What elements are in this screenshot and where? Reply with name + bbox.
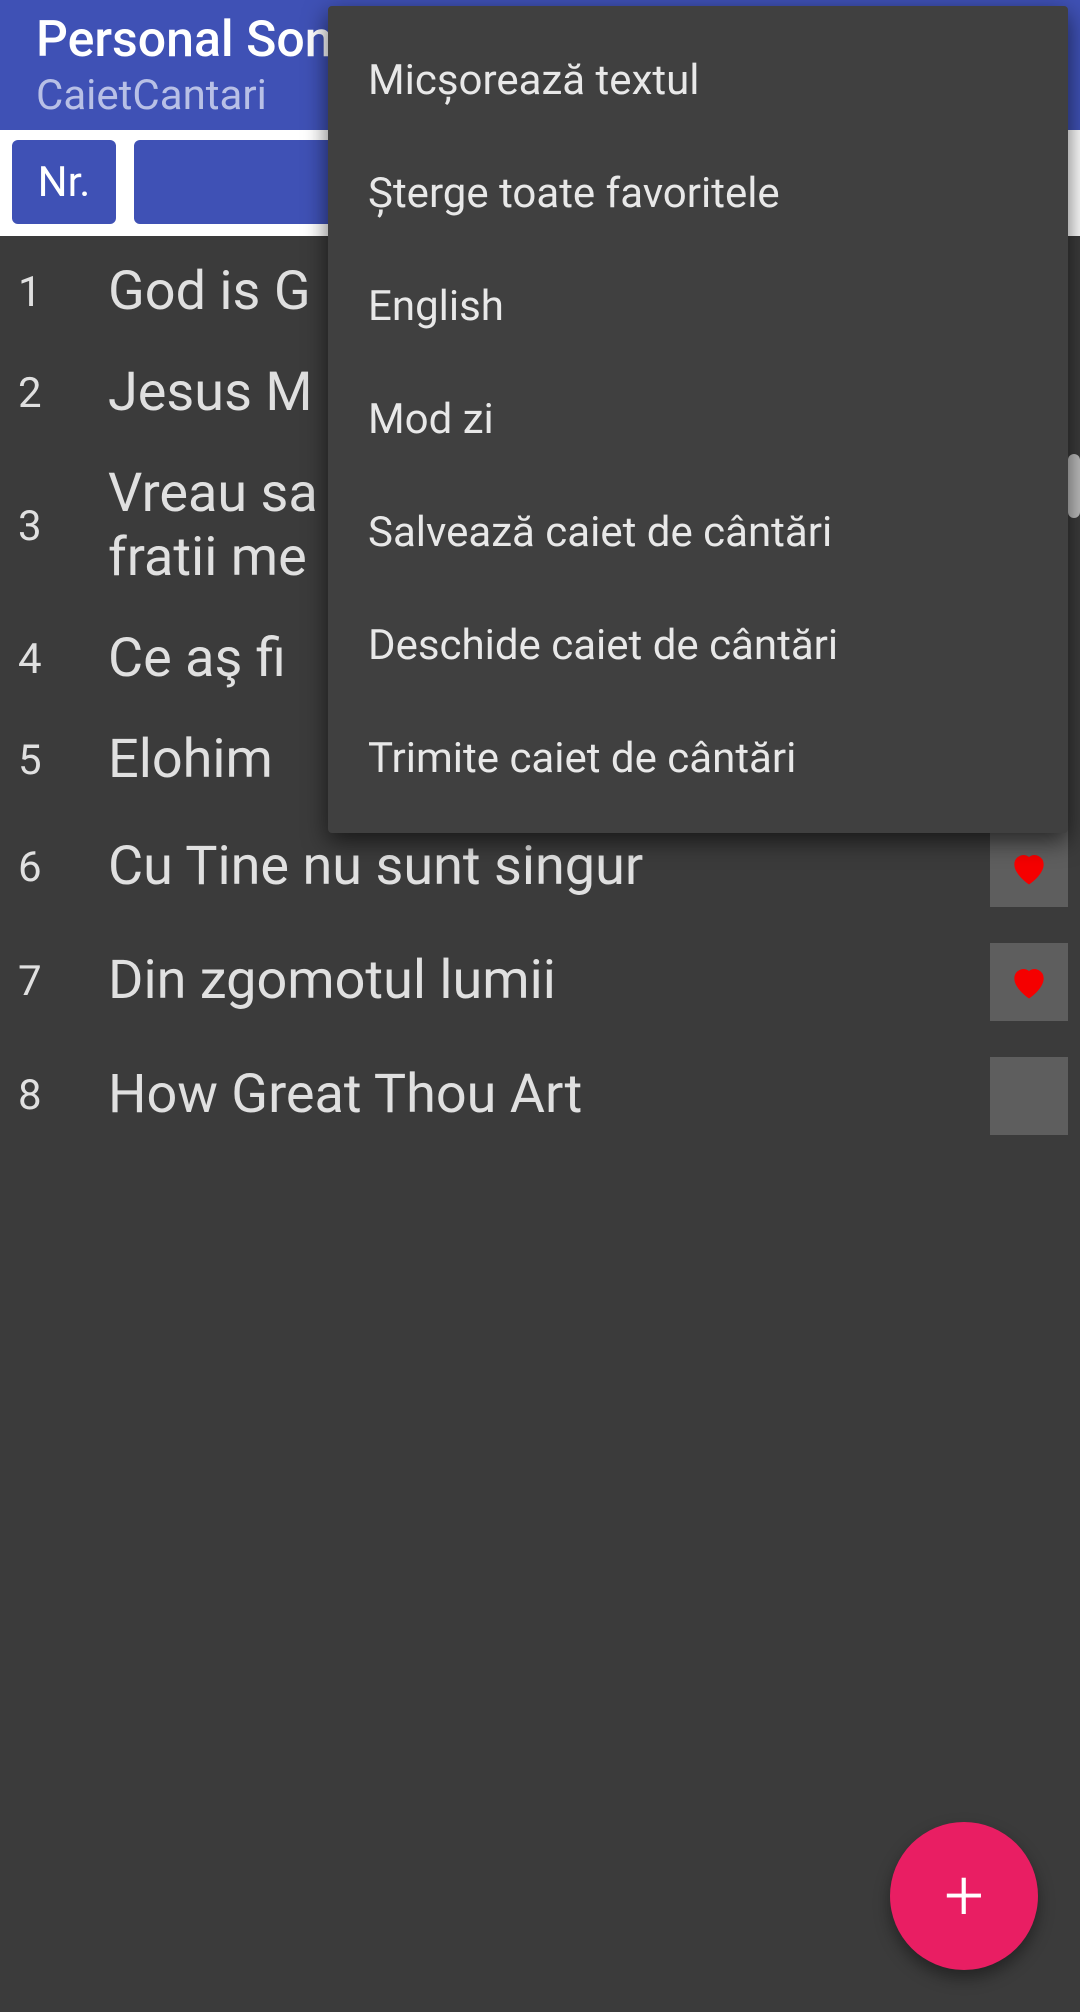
- song-index: 3: [18, 502, 108, 551]
- plus-icon: +: [944, 1861, 984, 1931]
- overflow-menu: Micșorează textul Șterge toate favoritel…: [328, 6, 1068, 833]
- song-title: Din zgomotul lumii: [108, 949, 982, 1014]
- list-item[interactable]: 7 Din zgomotul lumii: [0, 925, 1080, 1039]
- favorite-button[interactable]: [990, 829, 1068, 907]
- favorite-button[interactable]: [990, 1057, 1068, 1135]
- list-item[interactable]: 8 How Great Thou Art: [0, 1039, 1080, 1153]
- heart-icon: [1007, 960, 1051, 1004]
- favorite-button[interactable]: [990, 943, 1068, 1021]
- scrollbar[interactable]: [1068, 454, 1080, 518]
- menu-item-english[interactable]: English: [328, 250, 1068, 363]
- song-index: 5: [18, 736, 108, 785]
- song-title: How Great Thou Art: [108, 1063, 982, 1128]
- menu-item-decrease-text[interactable]: Micșorează textul: [328, 24, 1068, 137]
- song-index: 1: [18, 268, 108, 317]
- menu-item-day-mode[interactable]: Mod zi: [328, 363, 1068, 476]
- menu-item-send-songbook[interactable]: Trimite caiet de cântări: [328, 702, 1068, 815]
- song-index: 4: [18, 635, 108, 684]
- heart-icon: [1007, 846, 1051, 890]
- add-button[interactable]: +: [890, 1822, 1038, 1970]
- song-index: 2: [18, 369, 108, 418]
- song-title: Cu Tine nu sunt singur: [108, 835, 982, 900]
- song-index: 7: [18, 957, 108, 1006]
- column-header-nr[interactable]: Nr.: [12, 140, 116, 224]
- song-index: 8: [18, 1071, 108, 1120]
- menu-item-clear-favorites[interactable]: Șterge toate favoritele: [328, 137, 1068, 250]
- menu-item-open-songbook[interactable]: Deschide caiet de cântări: [328, 589, 1068, 702]
- song-index: 6: [18, 843, 108, 892]
- menu-item-save-songbook[interactable]: Salvează caiet de cântări: [328, 476, 1068, 589]
